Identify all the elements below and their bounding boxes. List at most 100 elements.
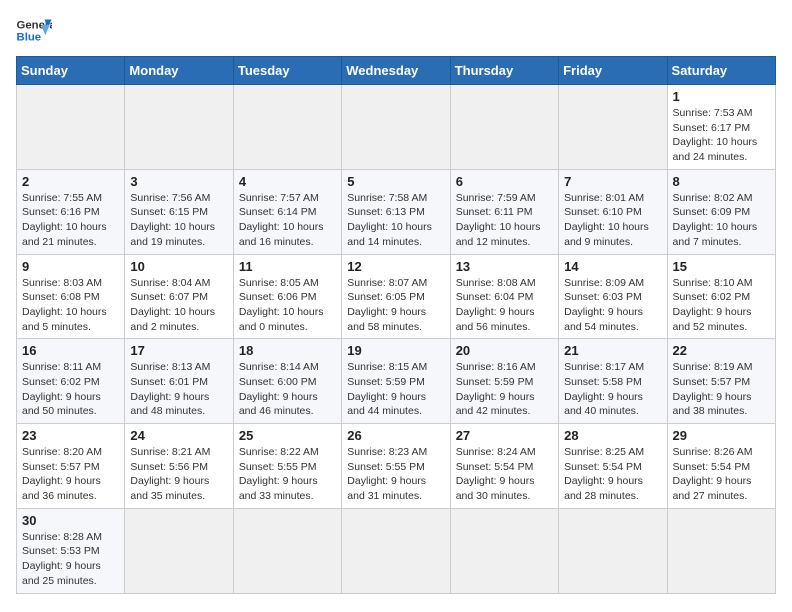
day-number: 18 xyxy=(239,343,336,358)
calendar-cell: 8Sunrise: 8:02 AM Sunset: 6:09 PM Daylig… xyxy=(667,169,775,254)
day-info: Sunrise: 7:55 AM Sunset: 6:16 PM Dayligh… xyxy=(22,191,119,250)
day-info: Sunrise: 8:20 AM Sunset: 5:57 PM Dayligh… xyxy=(22,445,119,504)
logo: General Blue xyxy=(16,16,52,44)
calendar-cell: 14Sunrise: 8:09 AM Sunset: 6:03 PM Dayli… xyxy=(559,254,667,339)
calendar-cell xyxy=(559,508,667,593)
calendar-cell: 5Sunrise: 7:58 AM Sunset: 6:13 PM Daylig… xyxy=(342,169,450,254)
day-number: 16 xyxy=(22,343,119,358)
day-info: Sunrise: 8:11 AM Sunset: 6:02 PM Dayligh… xyxy=(22,360,119,419)
day-number: 7 xyxy=(564,174,661,189)
day-info: Sunrise: 7:57 AM Sunset: 6:14 PM Dayligh… xyxy=(239,191,336,250)
calendar-cell xyxy=(559,85,667,170)
calendar-cell: 30 Sunrise: 8:28 AM Sunset: 5:53 PM Dayli… xyxy=(17,508,125,593)
day-info: Sunrise: 8:07 AM Sunset: 6:05 PM Dayligh… xyxy=(347,276,444,335)
day-number: 13 xyxy=(456,259,553,274)
calendar-table: SundayMondayTuesdayWednesdayThursdayFrid… xyxy=(16,56,776,594)
calendar-cell: 17 Sunrise: 8:13 AM Sunset: 6:01 PM Dayli… xyxy=(125,339,233,424)
day-info: Sunrise: 8:26 AM Sunset: 5:54 PM Dayligh… xyxy=(673,445,770,504)
day-info: Sunrise: 8:14 AM Sunset: 6:00 PM Dayligh… xyxy=(239,360,336,419)
calendar-cell xyxy=(233,508,341,593)
calendar-week-row: 23 Sunrise: 8:20 AM Sunset: 5:57 PM Dayli… xyxy=(17,424,776,509)
day-number: 12 xyxy=(347,259,444,274)
day-info: Sunrise: 7:59 AM Sunset: 6:11 PM Dayligh… xyxy=(456,191,553,250)
day-info: Sunrise: 8:08 AM Sunset: 6:04 PM Dayligh… xyxy=(456,276,553,335)
day-number: 23 xyxy=(22,428,119,443)
day-info: Sunrise: 8:24 AM Sunset: 5:54 PM Dayligh… xyxy=(456,445,553,504)
calendar-cell: 25Sunrise: 8:22 AM Sunset: 5:55 PM Dayli… xyxy=(233,424,341,509)
day-info: Sunrise: 8:15 AM Sunset: 5:59 PM Dayligh… xyxy=(347,360,444,419)
day-info: Sunrise: 8:13 AM Sunset: 6:01 PM Dayligh… xyxy=(130,360,227,419)
day-info: Sunrise: 8:10 AM Sunset: 6:02 PM Dayligh… xyxy=(673,276,770,335)
calendar-cell: 3Sunrise: 7:56 AM Sunset: 6:15 PM Daylig… xyxy=(125,169,233,254)
day-number: 5 xyxy=(347,174,444,189)
calendar-header-row: SundayMondayTuesdayWednesdayThursdayFrid… xyxy=(17,57,776,85)
calendar-cell: 19 Sunrise: 8:15 AM Sunset: 5:59 PM Dayli… xyxy=(342,339,450,424)
day-number: 22 xyxy=(673,343,770,358)
day-info: Sunrise: 8:03 AM Sunset: 6:08 PM Dayligh… xyxy=(22,276,119,335)
column-header-saturday: Saturday xyxy=(667,57,775,85)
day-info: Sunrise: 8:02 AM Sunset: 6:09 PM Dayligh… xyxy=(673,191,770,250)
day-info: Sunrise: 8:09 AM Sunset: 6:03 PM Dayligh… xyxy=(564,276,661,335)
day-info: Sunrise: 8:21 AM Sunset: 5:56 PM Dayligh… xyxy=(130,445,227,504)
day-number: 1 xyxy=(673,89,770,104)
calendar-cell: 4 Sunrise: 7:57 AM Sunset: 6:14 PM Daylig… xyxy=(233,169,341,254)
calendar-cell xyxy=(450,85,558,170)
svg-text:Blue: Blue xyxy=(17,32,42,44)
calendar-cell: 13 Sunrise: 8:08 AM Sunset: 6:04 PM Dayli… xyxy=(450,254,558,339)
calendar-cell: 29 Sunrise: 8:26 AM Sunset: 5:54 PM Dayli… xyxy=(667,424,775,509)
day-info: Sunrise: 8:25 AM Sunset: 5:54 PM Dayligh… xyxy=(564,445,661,504)
column-header-monday: Monday xyxy=(125,57,233,85)
column-header-thursday: Thursday xyxy=(450,57,558,85)
calendar-cell xyxy=(17,85,125,170)
calendar-cell: 10Sunrise: 8:04 AM Sunset: 6:07 PM Dayli… xyxy=(125,254,233,339)
day-info: Sunrise: 8:23 AM Sunset: 5:55 PM Dayligh… xyxy=(347,445,444,504)
day-info: Sunrise: 8:16 AM Sunset: 5:59 PM Dayligh… xyxy=(456,360,553,419)
day-info: Sunrise: 8:28 AM Sunset: 5:53 PM Dayligh… xyxy=(22,530,119,589)
day-info: Sunrise: 8:17 AM Sunset: 5:58 PM Dayligh… xyxy=(564,360,661,419)
calendar-cell: 27 Sunrise: 8:24 AM Sunset: 5:54 PM Dayli… xyxy=(450,424,558,509)
day-number: 11 xyxy=(239,259,336,274)
day-number: 27 xyxy=(456,428,553,443)
day-info: Sunrise: 8:05 AM Sunset: 6:06 PM Dayligh… xyxy=(239,276,336,335)
calendar-cell: 11 Sunrise: 8:05 AM Sunset: 6:06 PM Dayli… xyxy=(233,254,341,339)
calendar-cell: 22 Sunrise: 8:19 AM Sunset: 5:57 PM Dayli… xyxy=(667,339,775,424)
day-number: 21 xyxy=(564,343,661,358)
page-header: General Blue xyxy=(16,16,776,44)
calendar-week-row: 16 Sunrise: 8:11 AM Sunset: 6:02 PM Dayli… xyxy=(17,339,776,424)
calendar-cell: 23 Sunrise: 8:20 AM Sunset: 5:57 PM Dayli… xyxy=(17,424,125,509)
day-number: 6 xyxy=(456,174,553,189)
day-number: 9 xyxy=(22,259,119,274)
calendar-cell xyxy=(450,508,558,593)
calendar-cell xyxy=(667,508,775,593)
day-number: 17 xyxy=(130,343,227,358)
calendar-cell: 18 Sunrise: 8:14 AM Sunset: 6:00 PM Dayli… xyxy=(233,339,341,424)
column-header-sunday: Sunday xyxy=(17,57,125,85)
calendar-week-row: 30 Sunrise: 8:28 AM Sunset: 5:53 PM Dayli… xyxy=(17,508,776,593)
calendar-cell: 24Sunrise: 8:21 AM Sunset: 5:56 PM Dayli… xyxy=(125,424,233,509)
day-number: 28 xyxy=(564,428,661,443)
calendar-cell xyxy=(342,508,450,593)
calendar-cell: 7 Sunrise: 8:01 AM Sunset: 6:10 PM Daylig… xyxy=(559,169,667,254)
day-number: 19 xyxy=(347,343,444,358)
day-number: 10 xyxy=(130,259,227,274)
calendar-cell xyxy=(233,85,341,170)
calendar-cell: 15Sunrise: 8:10 AM Sunset: 6:02 PM Dayli… xyxy=(667,254,775,339)
calendar-cell: 20Sunrise: 8:16 AM Sunset: 5:59 PM Dayli… xyxy=(450,339,558,424)
calendar-cell xyxy=(125,508,233,593)
day-info: Sunrise: 8:19 AM Sunset: 5:57 PM Dayligh… xyxy=(673,360,770,419)
column-header-tuesday: Tuesday xyxy=(233,57,341,85)
day-info: Sunrise: 8:01 AM Sunset: 6:10 PM Dayligh… xyxy=(564,191,661,250)
column-header-wednesday: Wednesday xyxy=(342,57,450,85)
calendar-week-row: 2 Sunrise: 7:55 AM Sunset: 6:16 PM Daylig… xyxy=(17,169,776,254)
calendar-cell: 21 Sunrise: 8:17 AM Sunset: 5:58 PM Dayli… xyxy=(559,339,667,424)
calendar-cell: 28 Sunrise: 8:25 AM Sunset: 5:54 PM Dayli… xyxy=(559,424,667,509)
calendar-cell: 16 Sunrise: 8:11 AM Sunset: 6:02 PM Dayli… xyxy=(17,339,125,424)
day-number: 29 xyxy=(673,428,770,443)
calendar-cell: 2 Sunrise: 7:55 AM Sunset: 6:16 PM Daylig… xyxy=(17,169,125,254)
day-number: 4 xyxy=(239,174,336,189)
calendar-cell: 26Sunrise: 8:23 AM Sunset: 5:55 PM Dayli… xyxy=(342,424,450,509)
day-number: 3 xyxy=(130,174,227,189)
calendar-cell: 12 Sunrise: 8:07 AM Sunset: 6:05 PM Dayli… xyxy=(342,254,450,339)
day-number: 2 xyxy=(22,174,119,189)
day-number: 30 xyxy=(22,513,119,528)
